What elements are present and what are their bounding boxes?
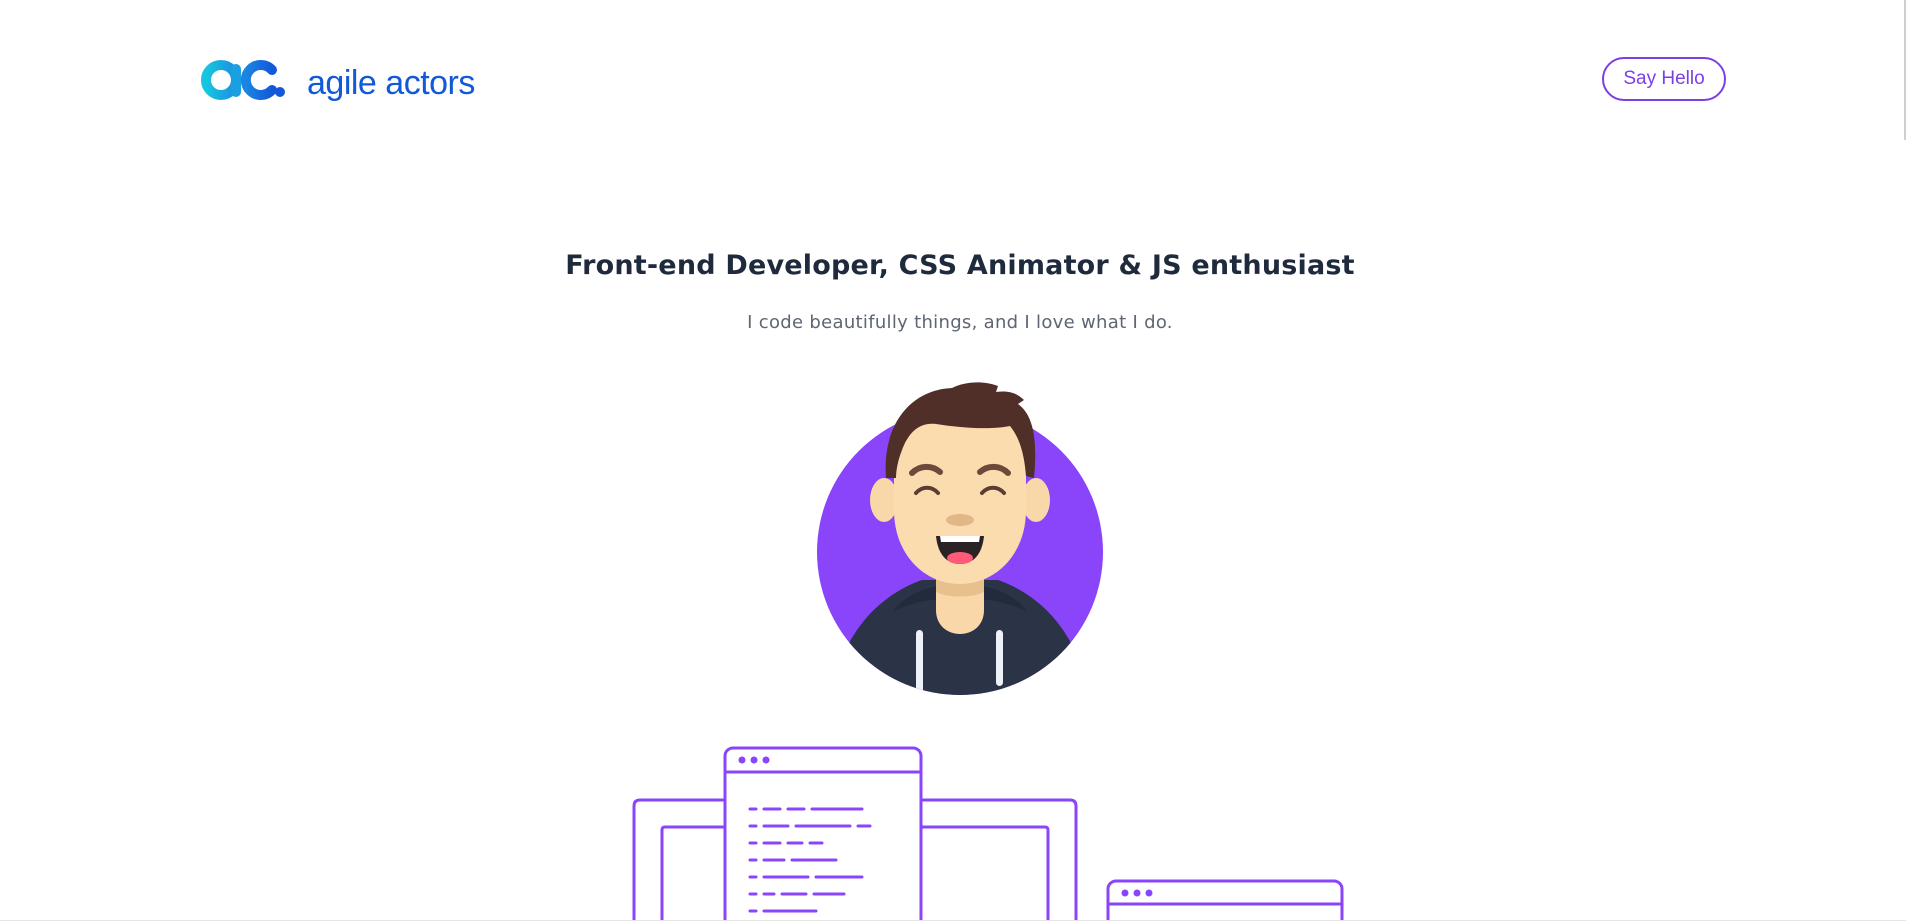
logo-link[interactable]: agile actors bbox=[201, 56, 475, 102]
hero-subtitle: I code beautifully things, and I love wh… bbox=[747, 312, 1173, 333]
logo-text: agile actors bbox=[307, 63, 475, 102]
page: agile actors Say Hello Front-end Develop… bbox=[0, 0, 1906, 921]
browser-windows-code-illustration bbox=[632, 746, 1344, 921]
hero-title: Front-end Developer, CSS Animator & JS e… bbox=[565, 250, 1355, 281]
agile-actors-logo-icon bbox=[201, 60, 285, 100]
smiling-developer-avatar bbox=[817, 382, 1103, 695]
say-hello-button[interactable]: Say Hello bbox=[1602, 57, 1726, 101]
site-header: agile actors Say Hello bbox=[0, 0, 1906, 160]
